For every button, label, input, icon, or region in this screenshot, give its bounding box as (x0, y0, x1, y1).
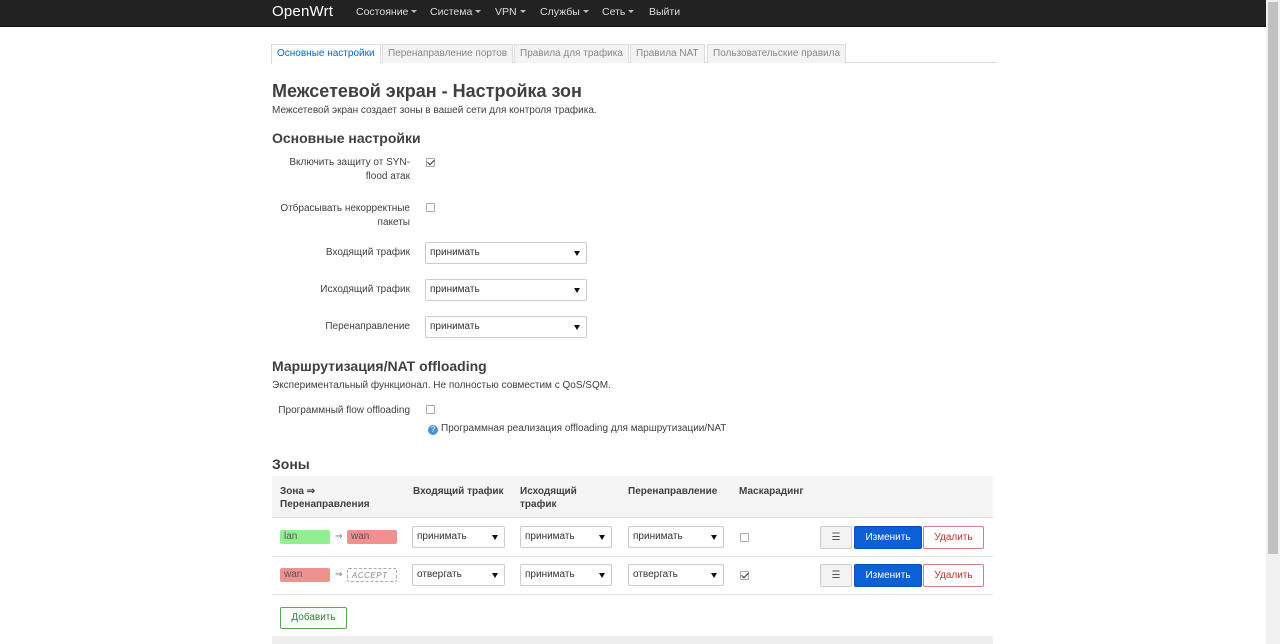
chevron-down-icon (411, 10, 418, 13)
dropdown-arrow-icon (574, 288, 580, 293)
offload-description: Экспериментальный функционал. Не полност… (272, 380, 611, 391)
dropdown-arrow-icon (574, 325, 580, 330)
page-title: Межсетевой экран - Настройка зон (272, 81, 582, 101)
chevron-down-icon (519, 10, 526, 13)
output-select[interactable]: принимать (425, 279, 587, 301)
tab-nat-rules[interactable]: Правила NAT (630, 44, 705, 63)
zone-badge-accept: ACCEPT (347, 568, 397, 582)
chevron-down-icon (475, 10, 482, 13)
masq-checkbox[interactable] (740, 533, 749, 542)
dropdown-arrow-icon (711, 535, 717, 540)
th-forward: Перенаправление (628, 486, 718, 497)
top-navbar: OpenWrt Состояние Система VPN Службы Сет… (0, 0, 1266, 27)
delete-button[interactable]: Удалить (923, 564, 984, 587)
nav-logout[interactable]: Выйти (649, 6, 680, 18)
sw-offload-label: Программный flow offloading (278, 405, 410, 416)
edit-button[interactable]: Изменить (854, 526, 922, 549)
edit-button[interactable]: Изменить (854, 564, 922, 587)
zone-input-select[interactable]: принимать (412, 526, 505, 548)
tab-bar: Основные настройки Перенаправление порто… (271, 44, 997, 64)
dropdown-arrow-icon (492, 535, 498, 540)
zone-badge-wan: wan (347, 530, 397, 544)
table-row: lan ⇒ wan принимать принимать принимать … (272, 519, 993, 557)
zones-table-header: Зона ⇒ Перенаправления Входящий трафик Ис… (272, 476, 993, 518)
syn-flood-checkbox[interactable] (426, 158, 435, 167)
page-scrollbar[interactable] (1266, 0, 1280, 644)
th-masq: Маскарадинг (739, 486, 804, 497)
section-zones-heading: Зоны (272, 456, 310, 472)
nav-services[interactable]: Службы (540, 6, 589, 18)
zone-forward-select[interactable]: отвергать (628, 564, 724, 586)
syn-flood-label: Включить защиту от SYN-flood атак (289, 157, 410, 182)
tab-port-forwards[interactable]: Перенаправление портов (382, 44, 514, 63)
th-zone: Зона ⇒ Перенаправления (280, 486, 370, 510)
forward-label: Перенаправление (325, 321, 410, 332)
dropdown-arrow-icon (599, 573, 605, 578)
drag-menu-button[interactable]: ☰ (820, 526, 852, 549)
nav-network[interactable]: Сеть (602, 6, 635, 18)
menu-icon: ☰ (831, 570, 841, 581)
dropdown-arrow-icon (599, 535, 605, 540)
arrow-right-icon: ⇒ (335, 569, 343, 579)
table-row: wan ⇒ ACCEPT отвергать принимать отверга… (272, 557, 993, 595)
zone-forward-select[interactable]: принимать (628, 526, 724, 548)
form-actions-bar (272, 636, 993, 644)
sw-offload-checkbox[interactable] (426, 405, 435, 414)
forward-select[interactable]: принимать (425, 316, 587, 338)
tab-traffic-rules[interactable]: Правила для трафика (514, 44, 629, 63)
brand-logo[interactable]: OpenWrt (272, 3, 333, 20)
drag-menu-button[interactable]: ☰ (820, 564, 852, 587)
th-input: Входящий трафик (413, 486, 504, 497)
scrollbar-thumb[interactable] (1268, 2, 1278, 554)
dropdown-arrow-icon (711, 573, 717, 578)
tab-general[interactable]: Основные настройки (271, 44, 381, 64)
zone-output-select[interactable]: принимать (520, 564, 612, 586)
sw-offload-help: ? Программная реализация offloading для м… (428, 423, 726, 435)
nav-vpn[interactable]: VPN (495, 6, 526, 18)
masq-checkbox[interactable] (740, 571, 749, 580)
th-output: Исходящий трафик (520, 486, 577, 510)
chevron-down-icon (582, 10, 589, 13)
add-zone-button[interactable]: Добавить (280, 607, 347, 629)
zone-input-select[interactable]: отвергать (412, 564, 505, 586)
section-offload-heading: Маршрутизация/NAT offloading (272, 358, 487, 374)
zone-output-select[interactable]: принимать (520, 526, 612, 548)
drop-invalid-label: Отбрасывать некорректные пакеты (280, 203, 410, 228)
tab-custom-rules[interactable]: Пользовательские правила (707, 44, 847, 63)
nav-system[interactable]: Система (430, 6, 482, 18)
delete-button[interactable]: Удалить (923, 526, 984, 549)
zone-badge-lan: lan (280, 530, 330, 544)
drop-invalid-checkbox[interactable] (426, 203, 435, 212)
input-label: Входящий трафик (325, 247, 410, 258)
input-select[interactable]: принимать (425, 242, 587, 264)
menu-icon: ☰ (831, 532, 841, 543)
section-general-heading: Основные настройки (272, 130, 421, 146)
arrow-right-icon: ⇒ (335, 531, 343, 541)
page-description: Межсетевой экран создает зоны в вашей се… (272, 105, 597, 116)
dropdown-arrow-icon (574, 251, 580, 256)
zone-badge-wan: wan (280, 568, 330, 582)
help-icon: ? (428, 425, 438, 435)
chevron-down-icon (628, 10, 635, 13)
dropdown-arrow-icon (492, 573, 498, 578)
nav-status[interactable]: Состояние (356, 6, 418, 18)
output-label: Исходящий трафик (320, 284, 410, 295)
